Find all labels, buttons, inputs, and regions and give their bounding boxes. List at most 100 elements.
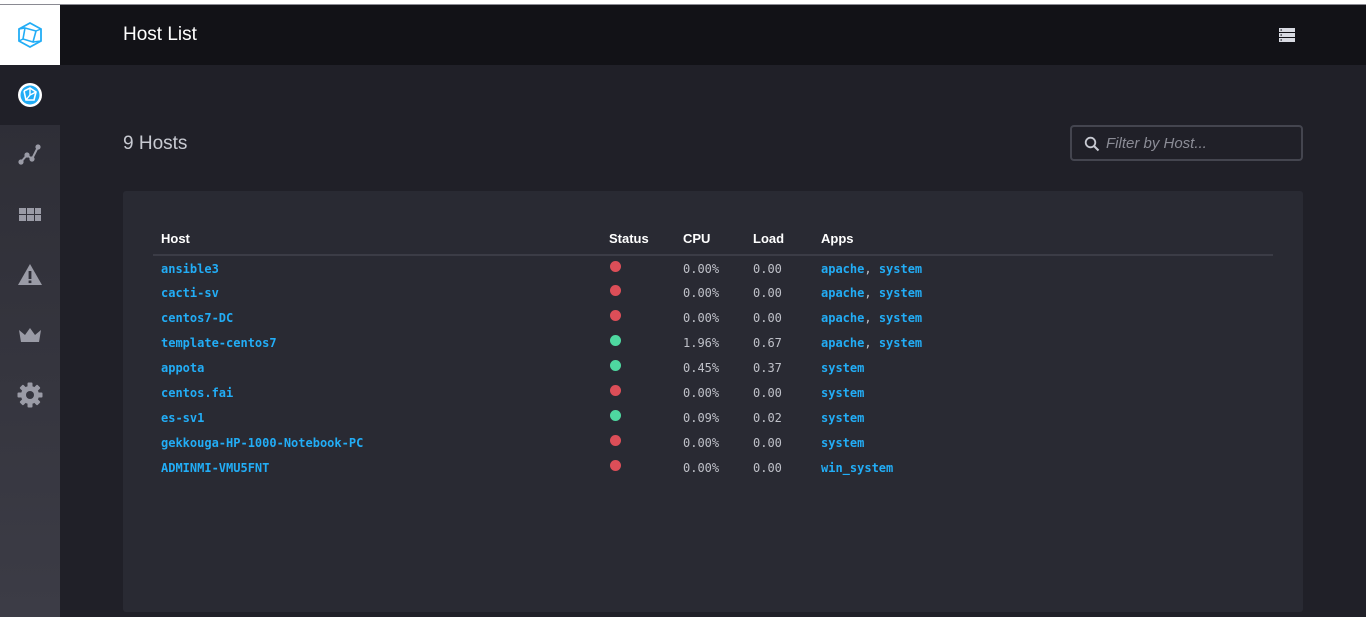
apps-cell: system — [813, 430, 1273, 455]
dashboards-icon — [19, 208, 41, 221]
cpu-value: 0.00% — [683, 310, 720, 325]
status-cell — [601, 330, 675, 355]
nav-admin[interactable] — [0, 305, 60, 365]
app-link[interactable]: system — [821, 361, 864, 375]
cpu-value: 0.00% — [683, 460, 720, 475]
app-link[interactable]: win_system — [821, 461, 893, 475]
status-dot-icon — [610, 261, 621, 272]
apps-cell: system — [813, 405, 1273, 430]
app-link[interactable]: apache — [821, 336, 864, 350]
load-value: 0.37 — [753, 360, 782, 375]
host-link[interactable]: es-sv1 — [161, 411, 204, 425]
host-cell: appota — [153, 355, 601, 380]
host-link[interactable]: appota — [161, 361, 204, 375]
host-table-panel: Host Status CPU Load Apps ansible3 0.00% 0… — [123, 191, 1303, 612]
cpu-value: 0.00% — [683, 285, 720, 300]
app-link[interactable]: system — [879, 336, 922, 350]
nav-alerting[interactable] — [0, 245, 60, 305]
app-link[interactable]: system — [879, 286, 922, 300]
status-cell — [601, 255, 675, 280]
app-link[interactable]: apache — [821, 262, 864, 276]
host-cell: ansible3 — [153, 255, 601, 280]
crown-icon — [19, 328, 41, 342]
sidebar — [0, 5, 60, 617]
app-separator: , — [864, 335, 879, 350]
host-cell: centos7-DC — [153, 305, 601, 330]
table-row: centos7-DC 0.00% 0.00 apache, system — [153, 305, 1273, 330]
table-row: es-sv1 0.09% 0.02 system — [153, 405, 1273, 430]
table-row: template-centos7 1.96% 0.67 apache, system — [153, 330, 1273, 355]
host-table: Host Status CPU Load Apps ansible3 0.00% 0… — [153, 231, 1273, 480]
table-row: cacti-sv 0.00% 0.00 apache, system — [153, 280, 1273, 305]
app-link[interactable]: apache — [821, 311, 864, 325]
status-dot-icon — [610, 409, 621, 421]
status-cell — [601, 305, 675, 330]
logo[interactable] — [0, 5, 60, 65]
app-link[interactable]: system — [821, 411, 864, 425]
host-status-icon — [18, 83, 42, 107]
app-separator: , — [864, 262, 879, 276]
column-header-load[interactable]: Load — [745, 231, 813, 256]
status-dot-icon — [610, 359, 621, 371]
status-cell — [601, 430, 675, 455]
load-value: 0.00 — [753, 262, 782, 276]
status-dot-icon — [610, 334, 621, 346]
apps-cell: win_system — [813, 455, 1273, 480]
app-link[interactable]: system — [879, 311, 922, 325]
column-header-host[interactable]: Host — [153, 231, 601, 256]
status-cell — [601, 405, 675, 430]
host-cell: ADMINMI-VMU5FNT — [153, 455, 601, 480]
table-row: ADMINMI-VMU5FNT 0.00% 0.00 win_system — [153, 455, 1273, 480]
load-value: 0.00 — [753, 460, 782, 475]
host-link[interactable]: template-centos7 — [161, 336, 277, 350]
status-cell — [601, 280, 675, 305]
app-link[interactable]: apache — [821, 286, 864, 300]
column-header-status[interactable]: Status — [601, 231, 675, 256]
app-link[interactable]: system — [821, 436, 864, 450]
host-cell: cacti-sv — [153, 280, 601, 305]
status-dot-icon — [610, 384, 621, 396]
host-link[interactable]: ansible3 — [161, 262, 219, 276]
load-value: 0.00 — [753, 435, 782, 450]
table-row: appota 0.45% 0.37 system — [153, 355, 1273, 380]
nav-dashboards[interactable] — [0, 185, 60, 245]
load-value: 0.00 — [753, 385, 782, 400]
load-value: 0.00 — [753, 285, 782, 300]
table-row: centos.fai 0.00% 0.00 system — [153, 380, 1273, 405]
alert-icon — [18, 264, 42, 285]
host-link[interactable]: centos.fai — [161, 386, 233, 400]
host-filter-input[interactable] — [1106, 130, 1296, 156]
apps-cell: system — [813, 380, 1273, 405]
load-value: 0.02 — [753, 410, 782, 425]
server-list-icon — [1279, 28, 1295, 42]
column-header-cpu[interactable]: CPU — [675, 231, 745, 256]
host-cell: template-centos7 — [153, 330, 601, 355]
gear-icon — [17, 382, 43, 408]
status-cell — [601, 380, 675, 405]
status-dot-icon — [610, 459, 621, 471]
apps-cell: apache, system — [813, 330, 1273, 355]
table-header-row: Host Status CPU Load Apps — [153, 231, 1273, 256]
column-header-apps[interactable]: Apps — [813, 231, 1273, 256]
host-link[interactable]: ADMINMI-VMU5FNT — [161, 461, 269, 475]
host-link[interactable]: centos7-DC — [161, 311, 233, 325]
nav-host-status[interactable] — [0, 65, 60, 125]
status-cell — [601, 455, 675, 480]
load-value: 0.00 — [753, 310, 782, 325]
app-link[interactable]: system — [821, 386, 864, 400]
nav-data-explorer[interactable] — [0, 125, 60, 185]
status-cell — [601, 355, 675, 380]
apps-cell: apache, system — [813, 280, 1273, 305]
source-menu-button[interactable] — [1278, 26, 1296, 44]
nav-configuration[interactable] — [0, 365, 60, 425]
apps-cell: apache, system — [813, 305, 1273, 330]
status-dot-icon — [610, 434, 621, 446]
host-count: 9 Hosts — [123, 133, 188, 154]
cpu-value: 1.96% — [683, 335, 720, 350]
app-link[interactable]: system — [879, 262, 922, 276]
cpu-value: 0.00% — [683, 435, 720, 450]
host-link[interactable]: gekkouga-HP-1000-Notebook-PC — [161, 436, 363, 450]
apps-cell: system — [813, 355, 1273, 380]
host-link[interactable]: cacti-sv — [161, 286, 219, 300]
chronograf-logo-icon — [18, 21, 42, 49]
